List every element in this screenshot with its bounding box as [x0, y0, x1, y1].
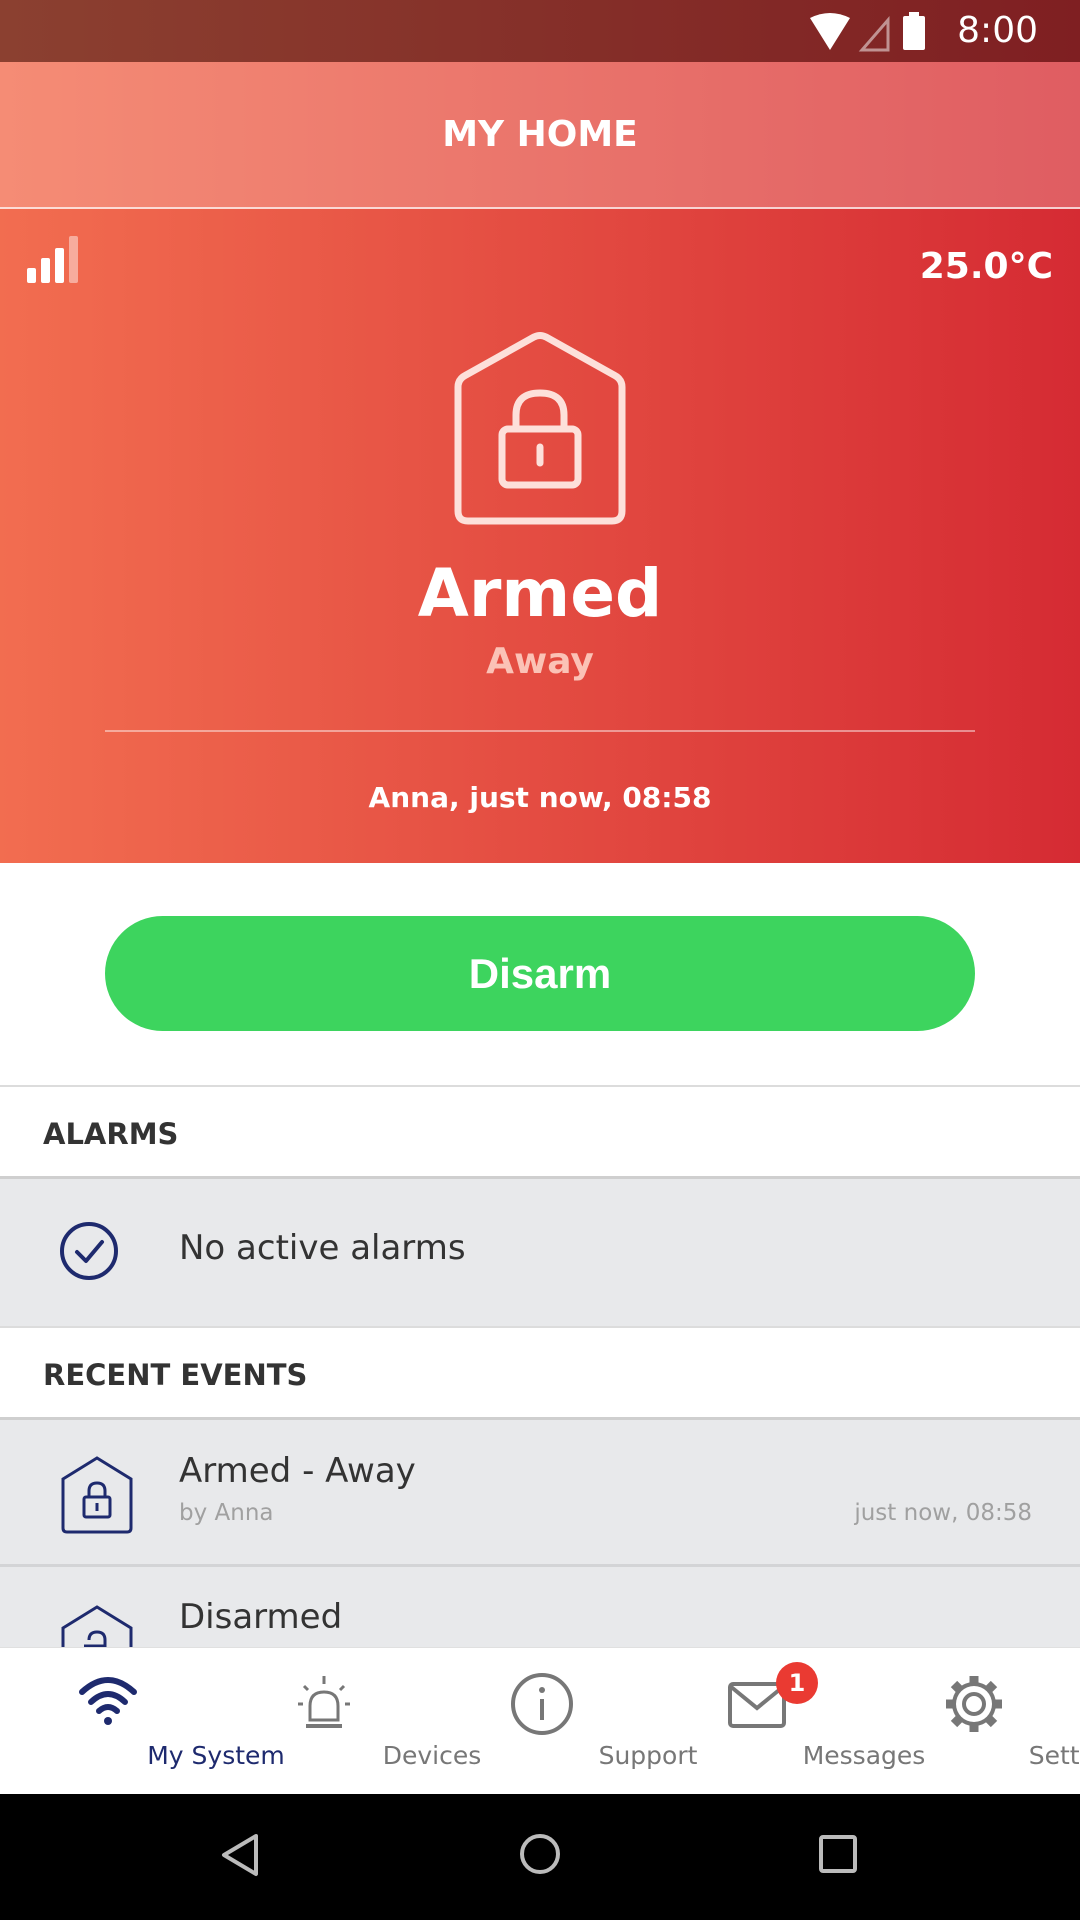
system-status-panel: 25.0°C Armed Away Anna, just now, 08:58: [0, 209, 1080, 863]
recents-icon[interactable]: [818, 1834, 858, 1874]
temperature: 25.0°C: [919, 246, 1053, 287]
divider: [105, 730, 975, 732]
status-bar: 8:00: [0, 0, 1080, 62]
nav-devices[interactable]: Devices: [216, 1648, 481, 1795]
disarm-button[interactable]: Disarm: [105, 916, 975, 1031]
wifi-icon: [810, 13, 850, 50]
battery-icon: [903, 16, 925, 50]
event-row[interactable]: Armed - Away by Anna just now, 08:58: [0, 1420, 1080, 1567]
arm-state: Armed: [417, 555, 663, 632]
signal-strength-icon: [27, 236, 78, 283]
gear-icon: [946, 1676, 1002, 1732]
arm-mode: Away: [486, 641, 594, 682]
system-nav-bar: [0, 1794, 1080, 1920]
event-time: just now, 08:58: [854, 1500, 1032, 1526]
status-icons: [810, 12, 925, 52]
event-row[interactable]: Disarmed: [0, 1567, 1080, 1647]
alarms-section-header: ALARMS: [0, 1085, 1080, 1179]
home-icon[interactable]: [518, 1832, 562, 1876]
events-section-header: RECENT EVENTS: [0, 1326, 1080, 1420]
cell-signal-icon: [858, 15, 890, 52]
unread-badge: 1: [776, 1662, 818, 1704]
alarms-heading: ALARMS: [43, 1117, 179, 1151]
events-heading: RECENT EVENTS: [43, 1358, 308, 1392]
house-lock-icon: [454, 332, 626, 525]
last-change-info: Anna, just now, 08:58: [368, 781, 712, 814]
nav-settings[interactable]: Settings: [864, 1648, 1080, 1795]
check-circle-icon: [60, 1222, 118, 1280]
bottom-nav: My System Devices Support 1 Messages Set…: [0, 1647, 1080, 1794]
alarm-status-row: No active alarms: [0, 1179, 1080, 1326]
no-alarms-text: No active alarms: [179, 1228, 466, 1268]
info-icon: [511, 1673, 573, 1735]
back-icon[interactable]: [220, 1832, 260, 1878]
app-header: MY HOME: [0, 62, 1080, 209]
siren-icon: [298, 1676, 350, 1728]
event-title: Armed - Away: [179, 1451, 416, 1491]
event-title: Disarmed: [179, 1597, 343, 1637]
nav-label: Settings: [1028, 1741, 1080, 1770]
house-lock-icon: [61, 1456, 133, 1534]
house-unlock-icon: [61, 1605, 133, 1647]
event-user: by Anna: [179, 1500, 274, 1526]
nav-my-system[interactable]: My System: [0, 1648, 285, 1795]
nav-messages[interactable]: 1 Messages: [648, 1648, 925, 1795]
wifi-icon: [79, 1677, 137, 1725]
page-title: MY HOME: [442, 114, 638, 155]
nav-support[interactable]: Support: [432, 1648, 697, 1795]
status-time: 8:00: [957, 10, 1038, 51]
